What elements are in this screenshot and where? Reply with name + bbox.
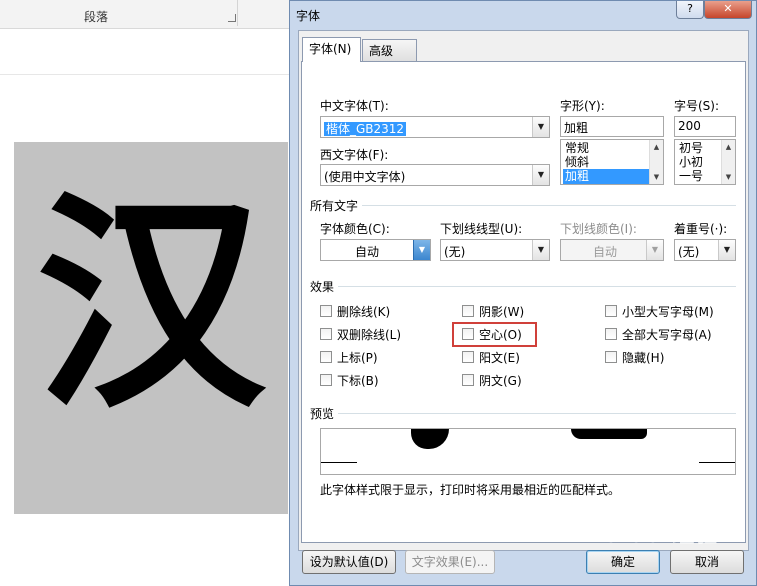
list-item[interactable]: 倾斜 bbox=[563, 155, 651, 170]
preview-heading: 预览 bbox=[310, 407, 335, 421]
superscript-label[interactable]: 上标(P) bbox=[337, 349, 378, 366]
emboss-checkbox[interactable] bbox=[462, 351, 474, 363]
text-effects-button[interactable]: 文字效果(E)... bbox=[405, 550, 495, 574]
emphasis-value: (无) bbox=[678, 245, 700, 259]
chevron-up-icon[interactable]: ▲ bbox=[650, 143, 663, 151]
font-color-select[interactable]: 自动 ▼ bbox=[320, 239, 431, 261]
ribbon-group-paragraph-label: 段落 bbox=[84, 10, 109, 24]
double-strikethrough-label[interactable]: 双删除线(L) bbox=[337, 326, 401, 343]
help-button[interactable]: ? bbox=[676, 1, 704, 19]
close-button[interactable]: ✕ bbox=[704, 1, 752, 19]
tab-font[interactable]: 字体(N) bbox=[302, 37, 361, 62]
chinese-font-label: 中文字体(T): bbox=[320, 99, 389, 113]
ribbon-separator bbox=[237, 0, 238, 26]
all-caps-checkbox[interactable] bbox=[605, 328, 617, 340]
chevron-down-icon[interactable]: ▼ bbox=[722, 173, 735, 181]
underline-color-select[interactable]: 自动 ▼ bbox=[560, 239, 664, 261]
chinese-font-select[interactable]: 楷体_GB2312 ▼ bbox=[320, 116, 550, 138]
list-item[interactable]: 小初 bbox=[677, 155, 703, 170]
document-ruler-line bbox=[0, 74, 300, 75]
style-input[interactable]: 加粗 bbox=[560, 116, 664, 137]
chevron-down-icon[interactable]: ▼ bbox=[413, 240, 430, 260]
group-divider bbox=[338, 413, 736, 414]
subscript-checkbox[interactable] bbox=[320, 374, 332, 386]
preview-baseline bbox=[699, 462, 735, 463]
preview-glyph bbox=[571, 429, 647, 439]
preview-box bbox=[320, 428, 736, 475]
emboss-label[interactable]: 阳文(E) bbox=[479, 349, 520, 366]
shadow-checkbox[interactable] bbox=[462, 305, 474, 317]
small-caps-label[interactable]: 小型大写字母(M) bbox=[622, 303, 714, 320]
underline-style-value: (无) bbox=[444, 245, 466, 259]
western-font-value: (使用中文字体) bbox=[324, 170, 406, 184]
underline-color-value: 自动 bbox=[593, 245, 618, 259]
scrollbar[interactable]: ▲ ▼ bbox=[721, 140, 735, 184]
hidden-checkbox[interactable] bbox=[605, 351, 617, 363]
list-item[interactable]: 初号 bbox=[677, 141, 703, 156]
subscript-label[interactable]: 下标(B) bbox=[337, 372, 379, 389]
western-font-select[interactable]: (使用中文字体) ▼ bbox=[320, 164, 550, 186]
chevron-down-icon[interactable]: ▼ bbox=[650, 173, 663, 181]
list-item[interactable]: 一号 bbox=[677, 169, 703, 184]
engrave-checkbox[interactable] bbox=[462, 374, 474, 386]
dialog-launcher-icon[interactable] bbox=[228, 14, 236, 22]
superscript-checkbox[interactable] bbox=[320, 351, 332, 363]
strikethrough-label[interactable]: 删除线(K) bbox=[337, 303, 390, 320]
hidden-label[interactable]: 隐藏(H) bbox=[622, 349, 664, 366]
group-divider bbox=[338, 286, 736, 287]
small-caps-checkbox[interactable] bbox=[605, 305, 617, 317]
font-color-value: 自动 bbox=[355, 245, 380, 259]
list-item-selected[interactable]: 加粗 bbox=[563, 169, 649, 184]
group-divider bbox=[362, 205, 736, 206]
size-list[interactable]: 初号 小初 一号 ▲ ▼ bbox=[674, 139, 736, 185]
effects-heading: 效果 bbox=[310, 280, 335, 294]
underline-style-label: 下划线线型(U): bbox=[440, 222, 523, 236]
chevron-up-icon[interactable]: ▲ bbox=[722, 143, 735, 151]
document-large-character: 汉 bbox=[35, 170, 266, 440]
font-color-label: 字体颜色(C): bbox=[320, 222, 390, 236]
preview-baseline bbox=[321, 462, 357, 463]
cancel-button[interactable]: 取消 bbox=[670, 550, 744, 574]
dialog-title: 字体 bbox=[296, 9, 321, 23]
style-label: 字形(Y): bbox=[560, 99, 605, 113]
chevron-down-icon[interactable]: ▼ bbox=[646, 240, 663, 260]
engrave-label[interactable]: 阴文(G) bbox=[479, 372, 522, 389]
size-label: 字号(S): bbox=[674, 99, 720, 113]
emphasis-select[interactable]: (无) ▼ bbox=[674, 239, 736, 261]
preview-note: 此字体样式限于显示，打印时将采用最相近的匹配样式。 bbox=[320, 483, 621, 497]
chevron-down-icon[interactable]: ▼ bbox=[532, 165, 549, 185]
chevron-down-icon[interactable]: ▼ bbox=[718, 240, 735, 260]
all-caps-label[interactable]: 全部大写字母(A) bbox=[622, 326, 712, 343]
western-font-label: 西文字体(F): bbox=[320, 148, 389, 162]
chevron-down-icon[interactable]: ▼ bbox=[532, 117, 549, 137]
set-default-button[interactable]: 设为默认值(D) bbox=[302, 550, 396, 574]
shadow-label[interactable]: 阴影(W) bbox=[479, 303, 524, 320]
style-list[interactable]: 常规 倾斜 加粗 ▲ ▼ bbox=[560, 139, 664, 185]
chinese-font-value: 楷体_GB2312 bbox=[324, 122, 407, 136]
preview-glyph bbox=[411, 429, 449, 449]
emphasis-label: 着重号(·): bbox=[674, 222, 728, 236]
all-text-heading: 所有文字 bbox=[310, 199, 359, 213]
double-strikethrough-checkbox[interactable] bbox=[320, 328, 332, 340]
tab-advanced[interactable]: 高级(V) bbox=[362, 39, 417, 80]
list-item[interactable]: 常规 bbox=[563, 141, 651, 156]
strikethrough-checkbox[interactable] bbox=[320, 305, 332, 317]
highlight-box bbox=[452, 322, 537, 347]
underline-color-label: 下划线颜色(I): bbox=[560, 222, 637, 236]
underline-style-select[interactable]: (无) ▼ bbox=[440, 239, 550, 261]
ok-button[interactable]: 确定 bbox=[586, 550, 660, 574]
size-input[interactable]: 200 bbox=[674, 116, 736, 137]
scrollbar[interactable]: ▲ ▼ bbox=[649, 140, 663, 184]
watermark: Baidu 经验 bbox=[588, 523, 719, 548]
chevron-down-icon[interactable]: ▼ bbox=[532, 240, 549, 260]
